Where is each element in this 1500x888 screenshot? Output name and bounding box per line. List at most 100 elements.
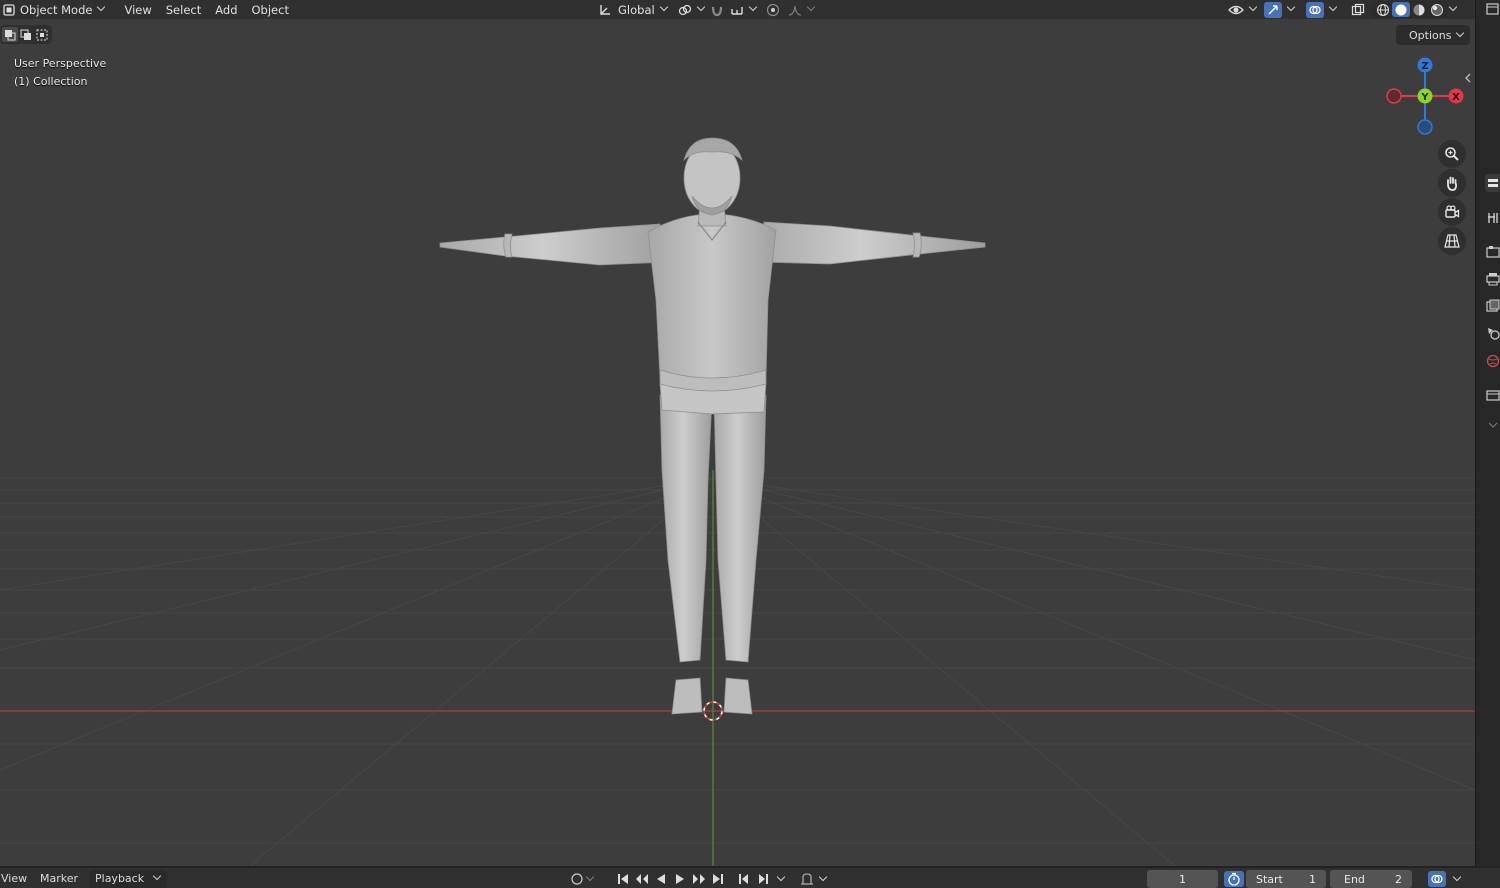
- zoom-icon: [1444, 146, 1460, 162]
- gizmo-x-label: X: [1452, 92, 1460, 103]
- playback-controls: [613, 872, 727, 886]
- mode-selector[interactable]: Object Mode: [0, 0, 111, 19]
- pan-hand-icon: [1444, 175, 1460, 191]
- playback-label: Playback: [95, 872, 145, 885]
- start-label: Start: [1256, 872, 1283, 886]
- select-extend-icon[interactable]: [18, 27, 34, 42]
- timeline-overlays-toggle[interactable]: [1428, 871, 1468, 887]
- end-frame-field[interactable]: End 2: [1330, 870, 1412, 888]
- chevron-down-icon: [661, 4, 668, 11]
- stopwatch-icon: [1228, 872, 1240, 886]
- tool-settings-tab-icon[interactable]: [1485, 174, 1500, 192]
- menu-view[interactable]: View: [117, 0, 158, 19]
- viewport-header: Object Mode View Select Add Object Globa…: [0, 0, 1475, 19]
- current-frame-value: 1: [1179, 872, 1186, 886]
- timeline-menu-playback[interactable]: Playback: [89, 870, 167, 888]
- current-frame-field[interactable]: 1: [1147, 870, 1218, 888]
- jump-next-keyframe-icon[interactable]: [689, 872, 708, 886]
- rendered-shading-icon[interactable]: [1428, 2, 1446, 17]
- ortho-toggle-button[interactable]: [1438, 227, 1466, 255]
- menu-add[interactable]: Add: [208, 0, 244, 19]
- xray-icon: [1350, 3, 1366, 17]
- material-preview-icon[interactable]: [1410, 2, 1428, 17]
- selection-mode-group: [0, 25, 52, 44]
- jump-end-icon[interactable]: [708, 872, 727, 886]
- proportional-falloff-dropdown[interactable]: [782, 0, 821, 19]
- play-icon[interactable]: [670, 872, 689, 886]
- xray-toggle[interactable]: [1344, 0, 1372, 19]
- editor-type-icon[interactable]: [1485, 0, 1500, 18]
- use-preview-range-toggle[interactable]: [1224, 871, 1244, 887]
- 3d-viewport[interactable]: Object Mode View Select Add Object Globa…: [0, 0, 1475, 866]
- chevron-down-icon: [808, 4, 815, 11]
- collection-tab-icon[interactable]: [1485, 386, 1500, 404]
- pivot-icon: [678, 3, 692, 17]
- snap-target-dropdown[interactable]: [724, 0, 763, 19]
- object-mode-icon: [3, 3, 15, 16]
- chevron-down-icon: [1330, 4, 1337, 11]
- keying-toggle[interactable]: [570, 872, 598, 886]
- camera-view-icon: [1444, 204, 1460, 220]
- properties-editor-strip: [1475, 0, 1500, 866]
- scene-tab-icon[interactable]: [1485, 324, 1500, 342]
- chevron-down-icon: [1450, 4, 1457, 11]
- timeline-menu-view[interactable]: View: [1, 872, 27, 885]
- jump-start-icon[interactable]: [613, 872, 632, 886]
- collection-name: (1) Collection: [14, 74, 88, 88]
- visibility-dropdown[interactable]: [1222, 0, 1263, 19]
- chevron-down-icon: [587, 874, 594, 881]
- chevron-down-icon: [820, 874, 827, 881]
- world-tab-icon[interactable]: [1485, 352, 1500, 370]
- options-dropdown[interactable]: Options: [1396, 25, 1470, 45]
- chevron-down-icon: [1288, 4, 1295, 11]
- start-value: 1: [1309, 872, 1316, 886]
- solid-shading-icon[interactable]: [1392, 2, 1410, 17]
- auto-keying-toggle[interactable]: [800, 871, 834, 887]
- snap-increment-icon: [730, 3, 744, 17]
- select-new-icon[interactable]: [2, 27, 18, 42]
- wireframe-shading-icon[interactable]: [1374, 2, 1392, 17]
- shading-options-dropdown[interactable]: [1446, 0, 1461, 19]
- viewport-scene: [0, 137, 1475, 866]
- render-tab-icon[interactable]: [1485, 243, 1500, 261]
- gizmo-y-label: Y: [1420, 92, 1429, 103]
- pan-button[interactable]: [1438, 169, 1466, 197]
- overlays-toggle[interactable]: [1300, 0, 1343, 19]
- step-back-icon[interactable]: [734, 872, 753, 886]
- jump-prev-keyframe-icon[interactable]: [632, 872, 651, 886]
- chevron-down-icon[interactable]: [778, 874, 785, 881]
- expand-tabs-icon[interactable]: [1485, 416, 1500, 434]
- overlays-icon: [1306, 1, 1324, 18]
- view-name: User Perspective: [14, 57, 107, 70]
- chevron-down-icon: [98, 4, 105, 11]
- navigation-gizmo[interactable]: Z X Y: [1380, 50, 1470, 140]
- mode-label: Object Mode: [20, 2, 93, 17]
- timeline-menu-marker[interactable]: Marker: [40, 872, 78, 885]
- chevron-down-icon: [750, 4, 757, 11]
- end-value: 2: [1395, 872, 1402, 886]
- step-forward-icon[interactable]: [753, 872, 772, 886]
- output-tab-icon[interactable]: [1485, 270, 1500, 288]
- tool-tab-icon[interactable]: [1485, 209, 1500, 227]
- sidebar-collapse-icon[interactable]: [1463, 72, 1473, 84]
- chevron-down-icon: [1457, 30, 1464, 37]
- timeline-bar: View Marker Playback 1 Start 1 End 2: [0, 866, 1500, 888]
- gizmo-icon: [1264, 1, 1282, 18]
- select-subtract-icon[interactable]: [34, 27, 50, 42]
- camera-view-button[interactable]: [1438, 198, 1466, 226]
- gizmo-toggle[interactable]: [1258, 0, 1301, 19]
- menu-select[interactable]: Select: [159, 0, 208, 19]
- menu-object[interactable]: Object: [245, 0, 296, 19]
- play-reverse-icon[interactable]: [651, 872, 670, 886]
- zoom-button[interactable]: [1438, 140, 1466, 168]
- falloff-curve-icon: [788, 3, 802, 17]
- shading-mode-group: [1372, 1, 1448, 18]
- orientation-label: Global: [618, 2, 655, 17]
- orientation-axes-icon: [598, 3, 612, 17]
- eye-icon: [1228, 3, 1244, 17]
- start-frame-field[interactable]: Start 1: [1246, 870, 1326, 888]
- transform-orientation-dropdown[interactable]: Global: [592, 0, 674, 19]
- end-label: End: [1344, 872, 1365, 886]
- view-layer-tab-icon[interactable]: [1485, 297, 1500, 315]
- blender-window: Object Mode View Select Add Object Globa…: [0, 0, 1500, 888]
